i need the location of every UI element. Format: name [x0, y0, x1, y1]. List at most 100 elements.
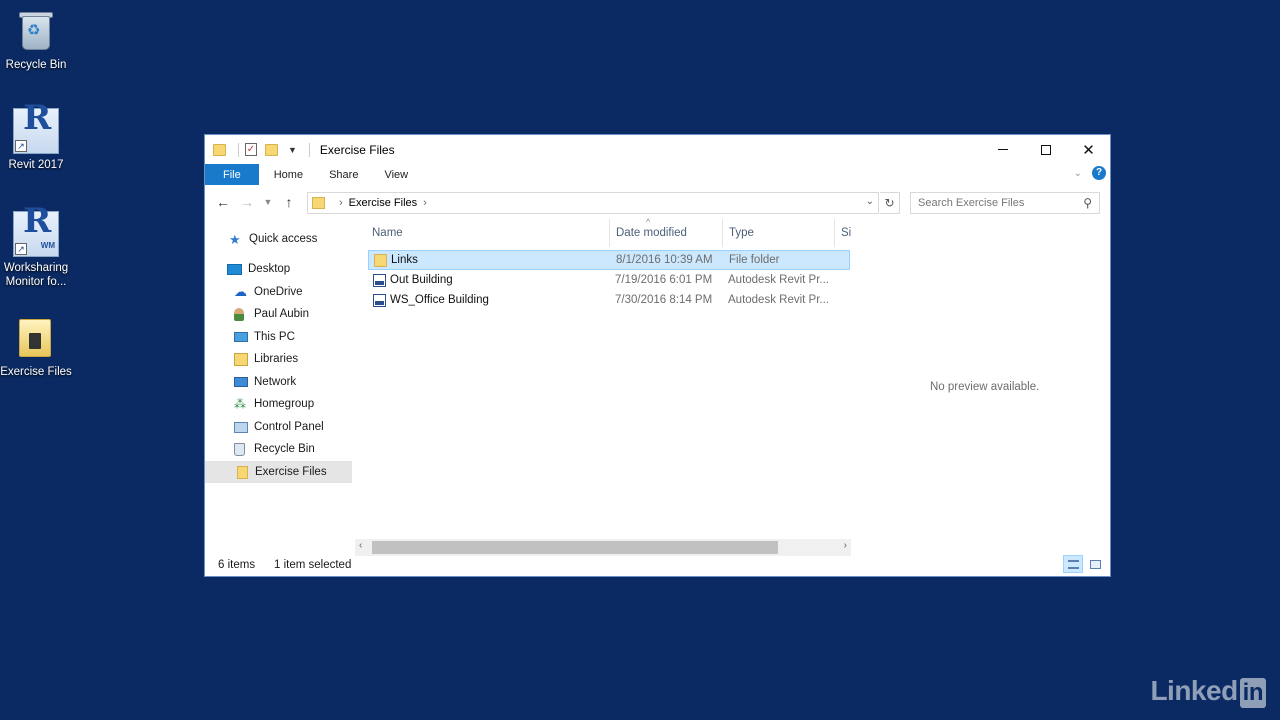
back-button[interactable]: ←: [211, 194, 235, 210]
user-icon: [234, 307, 244, 321]
nav-item-control-panel[interactable]: Control Panel: [205, 416, 352, 438]
search-input[interactable]: [918, 197, 1078, 209]
revit-icon: R ↗: [13, 101, 59, 154]
nav-item-label: Recycle Bin: [254, 443, 315, 455]
nav-item-this-pc[interactable]: This PC: [205, 326, 352, 348]
homegroup-icon: ⁂: [234, 396, 246, 411]
chevron-right-icon[interactable]: ›: [423, 197, 427, 209]
worksharing-monitor-icon: R WM ↗: [13, 204, 59, 257]
nav-item-homegroup[interactable]: ⁂ Homegroup: [205, 393, 352, 415]
scroll-left-icon[interactable]: ‹: [359, 540, 362, 551]
nav-item-quick-access[interactable]: ★ Quick access: [205, 228, 352, 250]
details-view-button[interactable]: [1063, 555, 1083, 573]
recycle-bin-icon: [234, 442, 245, 456]
title-bar: ✓ ▼ Exercise Files ✕: [205, 135, 1110, 164]
nav-item-label: Exercise Files: [255, 466, 327, 478]
nav-item-paul-aubin[interactable]: Paul Aubin: [205, 303, 352, 325]
watermark-text: Linked: [1150, 675, 1238, 706]
column-header-name[interactable]: Name: [368, 219, 610, 247]
preview-pane-message: No preview available.: [930, 381, 1040, 393]
horizontal-scrollbar[interactable]: ‹ ›: [355, 539, 851, 556]
desktop-icon-label: Worksharing Monitor fo...: [3, 262, 69, 288]
star-icon: ★: [229, 231, 241, 247]
nav-item-onedrive[interactable]: ☁ OneDrive: [205, 281, 352, 303]
chevron-right-icon[interactable]: ›: [339, 197, 343, 209]
up-button[interactable]: ↑: [277, 194, 301, 210]
maximize-button[interactable]: [1024, 135, 1067, 164]
recycle-bin-icon: ♻: [13, 8, 59, 54]
nav-item-label: Control Panel: [254, 421, 324, 433]
forward-button[interactable]: →: [235, 194, 259, 210]
file-name: WS_Office Building: [390, 294, 489, 306]
nav-item-recycle-bin[interactable]: Recycle Bin: [205, 438, 352, 460]
column-header-type[interactable]: Type: [723, 219, 835, 247]
large-icons-view-icon: [1090, 560, 1101, 569]
status-selection-count: 1 item selected: [274, 559, 352, 571]
minimize-button[interactable]: [981, 135, 1024, 164]
desktop-icon-exercise-files[interactable]: Exercise Files: [0, 315, 72, 379]
breadcrumb-exercise-files[interactable]: Exercise Files: [349, 197, 417, 209]
explorer-window: ✓ ▼ Exercise Files ✕ File Home Share Vie…: [204, 134, 1111, 577]
divider: [308, 142, 310, 157]
nav-item-network[interactable]: Network: [205, 371, 352, 393]
close-button[interactable]: ✕: [1067, 135, 1110, 164]
file-row-links[interactable]: Links 8/1/2016 10:39 AM File folder: [368, 250, 850, 270]
scrollbar-thumb[interactable]: [372, 541, 778, 554]
desktop-icon-revit[interactable]: R ↗ Revit 2017: [0, 101, 72, 172]
customize-toolbar-icon[interactable]: ▼: [288, 145, 297, 155]
desktop-icon-label: Revit 2017: [8, 159, 64, 171]
nav-item-desktop[interactable]: Desktop: [205, 258, 352, 280]
recent-locations-icon[interactable]: ▼: [259, 197, 277, 207]
desktop-icon-label: Exercise Files: [0, 366, 72, 378]
file-date: 8/1/2016 10:39 AM: [616, 254, 713, 266]
folder-icon: [13, 315, 59, 361]
scroll-right-icon[interactable]: ›: [844, 540, 847, 551]
desktop-icon-recycle-bin[interactable]: ♻ Recycle Bin: [0, 8, 72, 72]
file-row-ws-office-building[interactable]: WS_Office Building 7/30/2016 8:14 PM Aut…: [368, 291, 850, 311]
folder-icon: [237, 465, 248, 479]
column-header-date-modified[interactable]: Date modified: [610, 219, 723, 247]
ribbon-tabs: File Home Share View ⌄ ?: [205, 164, 1110, 185]
properties-icon[interactable]: ✓: [245, 143, 257, 156]
file-type: Autodesk Revit Pr...: [728, 294, 828, 306]
refresh-button[interactable]: ↻: [880, 192, 900, 214]
status-bar: 6 items 1 item selected: [205, 555, 1110, 577]
tab-share[interactable]: Share: [316, 164, 371, 185]
rvt-file-icon: [373, 274, 386, 287]
search-box[interactable]: ⚲: [910, 192, 1100, 214]
nav-item-label: This PC: [254, 331, 295, 343]
libraries-icon: [234, 352, 248, 366]
address-bar[interactable]: › Exercise Files › ⌄: [307, 192, 879, 214]
network-icon: [234, 377, 248, 387]
onedrive-icon: ☁: [234, 283, 247, 299]
desktop-icon-worksharing-monitor[interactable]: R WM ↗ Worksharing Monitor fo...: [0, 204, 72, 289]
tab-home[interactable]: Home: [261, 164, 316, 185]
window-title: Exercise Files: [319, 142, 395, 157]
column-header-size[interactable]: Si: [835, 219, 852, 247]
new-folder-icon[interactable]: [265, 143, 278, 156]
nav-item-label: Paul Aubin: [254, 308, 309, 320]
file-name: Links: [391, 254, 418, 266]
file-type: File folder: [729, 254, 780, 266]
expand-ribbon-icon[interactable]: ⌄: [1074, 168, 1082, 179]
nav-item-label: Network: [254, 376, 297, 388]
file-name: Out Building: [390, 274, 453, 286]
linkedin-watermark: Linked in: [1150, 675, 1266, 708]
address-dropdown-icon[interactable]: ⌄: [866, 196, 874, 207]
nav-item-label: OneDrive: [254, 286, 303, 298]
folder-icon: [374, 254, 387, 267]
large-icons-view-button[interactable]: [1085, 555, 1105, 573]
help-icon[interactable]: ?: [1092, 166, 1106, 180]
nav-item-label: Homegroup: [254, 398, 315, 410]
close-icon: ✕: [1082, 141, 1095, 159]
tab-file[interactable]: File: [205, 164, 259, 185]
folder-icon: [213, 143, 226, 156]
details-view-icon: [1068, 560, 1079, 569]
nav-item-exercise-files[interactable]: Exercise Files: [205, 461, 352, 483]
nav-item-libraries[interactable]: Libraries: [205, 348, 352, 370]
search-icon[interactable]: ⚲: [1083, 196, 1092, 210]
refresh-icon: ↻: [884, 196, 895, 210]
nav-item-label: Quick access: [249, 233, 318, 245]
file-row-out-building[interactable]: Out Building 7/19/2016 6:01 PM Autodesk …: [368, 271, 850, 291]
tab-view[interactable]: View: [371, 164, 421, 185]
